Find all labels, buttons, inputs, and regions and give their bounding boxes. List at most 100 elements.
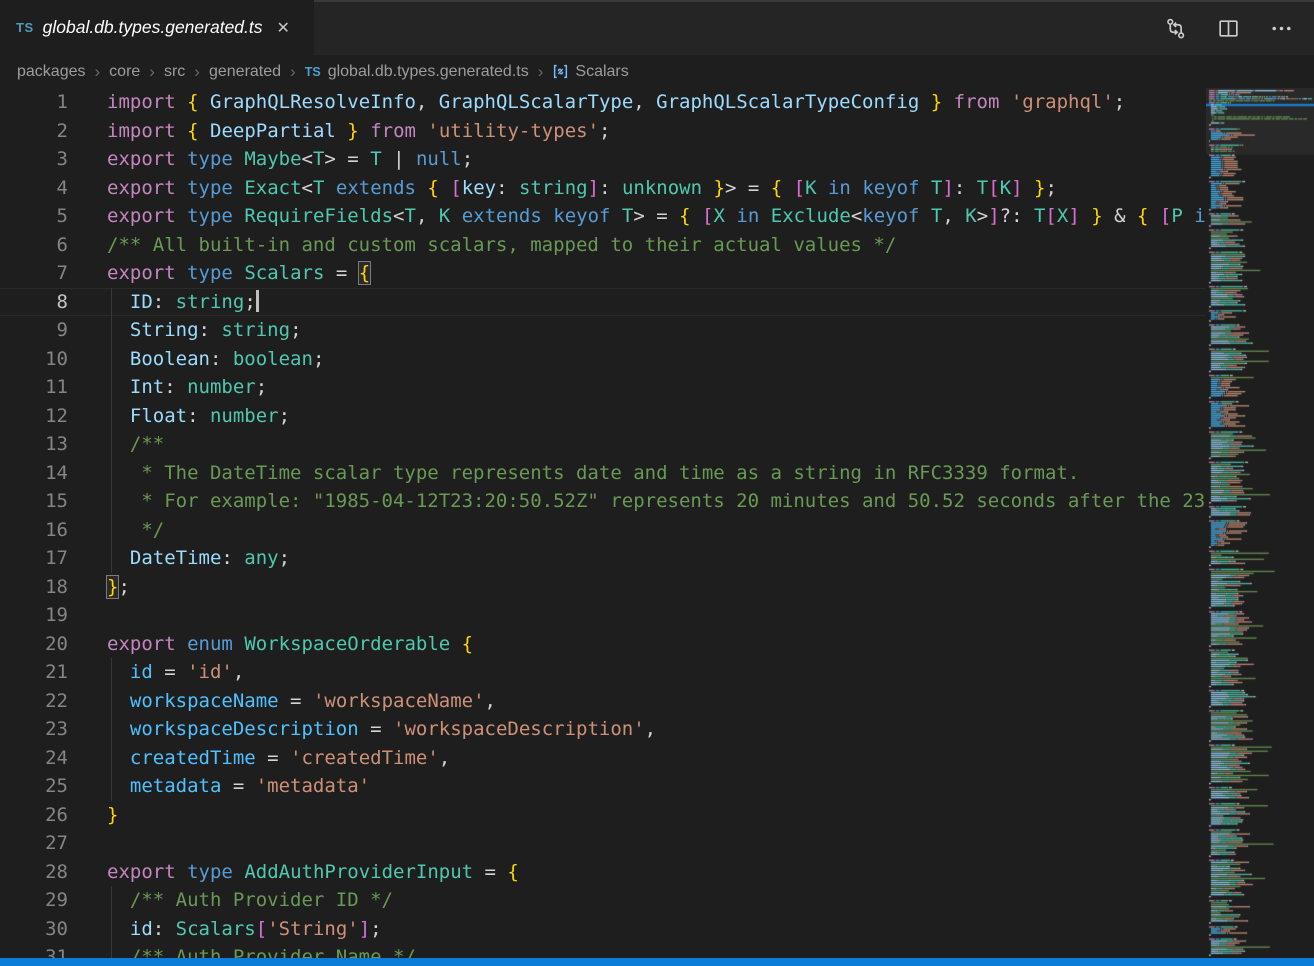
line-number: 6 (0, 231, 68, 260)
code-line-content: id = 'id', (68, 658, 1205, 687)
chevron-right-icon: › (290, 62, 296, 82)
code-line[interactable]: 8 ID: string; (0, 288, 1205, 317)
code-line[interactable]: 20export enum WorkspaceOrderable { (0, 630, 1205, 659)
line-number: 1 (0, 88, 68, 117)
code-line[interactable]: 26} (0, 801, 1205, 830)
chevron-right-icon: › (538, 62, 544, 82)
line-number: 30 (0, 915, 68, 944)
code-line[interactable]: 4export type Exact<T extends { [key: str… (0, 174, 1205, 203)
code-line-content: workspaceDescription = 'workspaceDescrip… (68, 715, 1205, 744)
indent-guide (111, 915, 112, 944)
line-number: 9 (0, 316, 68, 345)
line-number: 12 (0, 402, 68, 431)
code-line[interactable]: 2import { DeepPartial } from 'utility-ty… (0, 117, 1205, 146)
breadcrumb-item-src[interactable]: src (164, 63, 185, 81)
indent-guide (111, 744, 112, 773)
breadcrumb-item-file[interactable]: global.db.types.generated.ts (328, 63, 529, 81)
indent-guide (111, 402, 112, 431)
indent-guide (111, 943, 112, 958)
close-tab-icon[interactable]: ✕ (277, 18, 290, 38)
line-number: 13 (0, 430, 68, 459)
line-number: 8 (0, 288, 68, 317)
line-number: 10 (0, 345, 68, 374)
indent-guide (111, 658, 112, 687)
code-line[interactable]: 11 Int: number; (0, 373, 1205, 402)
code-line-content: ID: string; (68, 288, 1205, 317)
tab-global-db-types[interactable]: TS global.db.types.generated.ts ✕ (0, 0, 314, 55)
code-line-content: export type Exact<T extends { [key: stri… (68, 174, 1205, 203)
chevron-right-icon: › (95, 62, 101, 82)
breadcrumb: packages › core › src › generated › TS g… (0, 55, 1314, 88)
line-number: 5 (0, 202, 68, 231)
split-editor-icon[interactable] (1216, 16, 1241, 41)
code-line-content (68, 829, 1205, 858)
code-line-content: export type Scalars = { (68, 259, 1205, 288)
code-line-content: createdTime = 'createdTime', (68, 744, 1205, 773)
code-line-content: } (68, 801, 1205, 830)
code-line[interactable]: 1import { GraphQLResolveInfo, GraphQLSca… (0, 88, 1205, 117)
code-line[interactable]: 10 Boolean: boolean; (0, 345, 1205, 374)
line-number: 27 (0, 829, 68, 858)
line-number: 20 (0, 630, 68, 659)
code-line[interactable]: 12 Float: number; (0, 402, 1205, 431)
indent-guide (111, 687, 112, 716)
code-line[interactable]: 14 * The DateTime scalar type represents… (0, 459, 1205, 488)
code-line-content: workspaceName = 'workspaceName', (68, 687, 1205, 716)
open-changes-icon[interactable] (1163, 16, 1188, 41)
breadcrumb-item-generated[interactable]: generated (209, 63, 281, 81)
code-area[interactable]: 1import { GraphQLResolveInfo, GraphQLSca… (0, 88, 1205, 958)
code-line[interactable]: 13 /** (0, 430, 1205, 459)
tab-title: global.db.types.generated.ts (43, 17, 263, 38)
code-line[interactable]: 3export type Maybe<T> = T | null; (0, 145, 1205, 174)
breadcrumb-item-core[interactable]: core (109, 63, 140, 81)
code-line[interactable]: 25 metadata = 'metadata' (0, 772, 1205, 801)
code-line[interactable]: 7export type Scalars = { (0, 259, 1205, 288)
code-line[interactable]: 16 */ (0, 516, 1205, 545)
code-line-content: * The DateTime scalar type represents da… (68, 459, 1205, 488)
code-line[interactable]: 30 id: Scalars['String']; (0, 915, 1205, 944)
code-line[interactable]: 15 * For example: "1985-04-12T23:20:50.5… (0, 487, 1205, 516)
code-line[interactable]: 18}; (0, 573, 1205, 602)
code-line-content: /** All built-in and custom scalars, map… (68, 231, 1205, 260)
code-line[interactable]: 23 workspaceDescription = 'workspaceDesc… (0, 715, 1205, 744)
code-line-content: Float: number; (68, 402, 1205, 431)
code-line[interactable]: 31 /** Auth Provider Name */ (0, 943, 1205, 958)
line-number: 25 (0, 772, 68, 801)
line-number: 19 (0, 601, 68, 630)
code-line[interactable]: 19 (0, 601, 1205, 630)
code-line[interactable]: 29 /** Auth Provider ID */ (0, 886, 1205, 915)
line-number: 22 (0, 687, 68, 716)
indent-guide (111, 487, 112, 516)
more-actions-icon[interactable] (1269, 16, 1294, 41)
minimap-canvas[interactable] (1206, 88, 1314, 958)
indent-guide (111, 288, 112, 317)
code-line-content: */ (68, 516, 1205, 545)
code-line-content: id: Scalars['String']; (68, 915, 1205, 944)
minimap[interactable] (1206, 88, 1314, 958)
code-line-content: /** (68, 430, 1205, 459)
code-line[interactable]: 9 String: string; (0, 316, 1205, 345)
code-line[interactable]: 6/** All built-in and custom scalars, ma… (0, 231, 1205, 260)
breadcrumb-item-packages[interactable]: packages (17, 63, 86, 81)
code-line[interactable]: 17 DateTime: any; (0, 544, 1205, 573)
code-line-content: }; (68, 573, 1205, 602)
breadcrumb-item-symbol-scalars[interactable]: Scalars (575, 63, 628, 81)
code-line[interactable]: 24 createdTime = 'createdTime', (0, 744, 1205, 773)
indent-guide (111, 373, 112, 402)
code-line-content: export type RequireFields<T, K extends k… (68, 202, 1205, 231)
line-number: 2 (0, 117, 68, 146)
code-line[interactable]: 5export type RequireFields<T, K extends … (0, 202, 1205, 231)
code-line[interactable]: 22 workspaceName = 'workspaceName', (0, 687, 1205, 716)
line-number: 17 (0, 544, 68, 573)
code-line[interactable]: 28export type AddAuthProviderInput = { (0, 858, 1205, 887)
line-number: 18 (0, 573, 68, 602)
code-line[interactable]: 27 (0, 829, 1205, 858)
indent-guide (111, 316, 112, 345)
chevron-right-icon: › (149, 62, 155, 82)
vscode-window: TS global.db.types.generated.ts ✕ pa (0, 0, 1314, 966)
chevron-right-icon: › (194, 62, 200, 82)
indent-guide (111, 544, 112, 573)
line-number: 16 (0, 516, 68, 545)
code-line[interactable]: 21 id = 'id', (0, 658, 1205, 687)
code-line-content: DateTime: any; (68, 544, 1205, 573)
